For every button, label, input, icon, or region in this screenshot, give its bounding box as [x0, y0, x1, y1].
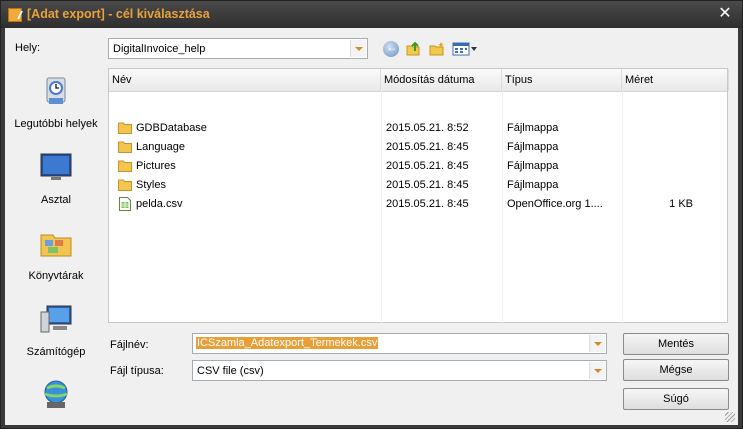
desktop-icon [39, 150, 73, 184]
filetype-select[interactable]: CSV file (csv) [192, 360, 607, 381]
view-dropdown-arrow-icon[interactable] [471, 47, 477, 51]
file-name: Pictures [136, 160, 176, 172]
file-modified: 2015.05.21. 8:45 [386, 179, 469, 191]
filetype-value: CSV file (csv) [197, 365, 264, 377]
computer-icon [39, 302, 73, 336]
place-computer[interactable]: Számítógép [9, 302, 103, 358]
file-modified: 2015.05.21. 8:45 [386, 198, 469, 210]
table-row[interactable]: GDBDatabase 2015.05.21. 8:52 Fájlmappa [109, 119, 727, 138]
file-modified: 2015.05.21. 8:45 [386, 141, 469, 153]
back-icon[interactable] [383, 40, 399, 57]
cancel-button[interactable]: Mégse [623, 359, 729, 381]
folder-icon [118, 178, 132, 191]
place-label: Legutóbbi helyek [14, 118, 98, 130]
save-dialog-window: [Adat export] - cél kiválasztása ✕ Hely:… [0, 0, 743, 429]
new-folder-icon[interactable] [429, 41, 445, 57]
file-size: 1 KB [669, 198, 693, 210]
recent-places-icon [39, 74, 73, 108]
file-modified: 2015.05.21. 8:52 [386, 122, 469, 134]
place-label: Könyvtárak [28, 270, 84, 282]
location-value: DigitalInvoice_help [113, 43, 206, 55]
column-size-header[interactable]: Méret [622, 69, 729, 91]
column-divider [728, 91, 729, 323]
table-row[interactable]: Pictures 2015.05.21. 8:45 Fájlmappa [109, 157, 727, 176]
location-label: Hely: [15, 42, 41, 54]
file-type: Fájlmappa [507, 179, 559, 191]
column-header: Név Módosítás dátuma Típus Méret [109, 69, 729, 92]
folder-icon [118, 121, 132, 134]
app-icon [8, 8, 22, 22]
title-bar[interactable]: [Adat export] - cél kiválasztása ✕ [1, 1, 742, 28]
file-name: GDBDatabase [136, 122, 207, 134]
column-type-header[interactable]: Típus [502, 69, 622, 91]
chevron-down-icon[interactable] [589, 335, 605, 352]
filetype-label: Fájl típusa: [110, 365, 164, 377]
spreadsheet-file-icon [118, 197, 132, 211]
resize-grip-icon[interactable] [725, 412, 735, 422]
help-button[interactable]: Súgó [623, 388, 729, 410]
close-button[interactable]: ✕ [716, 5, 734, 23]
place-label: Számítógép [26, 346, 86, 358]
file-type: Fájlmappa [507, 141, 559, 153]
file-list[interactable]: Név Módosítás dátuma Típus Méret GDBData… [108, 68, 729, 323]
places-bar: Legutóbbi helyek Asztal Könyvtárak Számí… [9, 68, 103, 408]
table-row[interactable]: pelda.csv 2015.05.21. 8:45 OpenOffice.or… [109, 195, 727, 214]
window-title: [Adat export] - cél kiválasztása [27, 7, 210, 21]
table-row[interactable]: Styles 2015.05.21. 8:45 Fájlmappa [109, 176, 727, 195]
libraries-icon [39, 226, 73, 260]
place-desktop[interactable]: Asztal [9, 150, 103, 206]
folder-icon [118, 140, 132, 153]
table-row[interactable]: Language 2015.05.21. 8:45 Fájlmappa [109, 138, 727, 157]
file-name: Language [136, 141, 185, 153]
dialog-body: Hely: DigitalInvoice_help ← Legutóbbi he… [5, 28, 738, 425]
file-name: pelda.csv [136, 198, 183, 210]
up-folder-icon[interactable] [406, 41, 422, 57]
place-libraries[interactable]: Könyvtárak [9, 226, 103, 282]
column-modified-header[interactable]: Módosítás dátuma [381, 69, 502, 91]
folder-icon [118, 159, 132, 172]
column-name-header[interactable]: Név [109, 69, 381, 91]
chevron-down-icon[interactable] [350, 40, 366, 57]
place-network[interactable] [9, 378, 103, 422]
filename-label: Fájlnév: [110, 339, 149, 351]
view-menu-icon[interactable] [452, 41, 470, 57]
file-type: Fájlmappa [507, 122, 559, 134]
location-dropdown[interactable]: DigitalInvoice_help [108, 38, 368, 59]
filename-value: ICSzamla_Adatexport_Termekek.csv [196, 337, 379, 349]
filename-field[interactable]: ICSzamla_Adatexport_Termekek.csv [192, 333, 607, 354]
save-button[interactable]: Mentés [623, 333, 729, 355]
file-modified: 2015.05.21. 8:45 [386, 160, 469, 172]
chevron-down-icon[interactable] [589, 362, 605, 379]
place-recent[interactable]: Legutóbbi helyek [9, 74, 103, 130]
place-label: Asztal [41, 194, 71, 206]
file-type: OpenOffice.org 1.... [507, 198, 603, 210]
file-name: Styles [136, 179, 166, 191]
file-type: Fájlmappa [507, 160, 559, 172]
network-icon [39, 378, 73, 412]
